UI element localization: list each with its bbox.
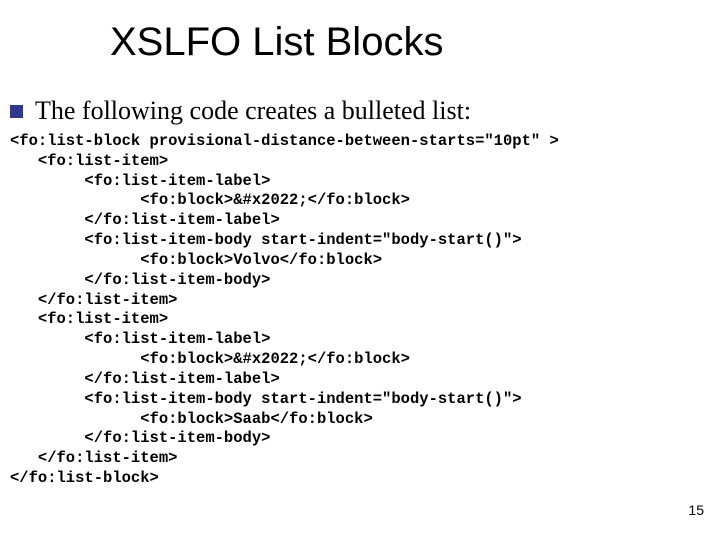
page-number: 15 [688, 502, 704, 518]
bullet-square-icon [10, 105, 23, 118]
slide-title: XSLFO List Blocks [110, 20, 443, 65]
bullet-text: The following code creates a bulleted li… [35, 96, 471, 126]
bullet-row: The following code creates a bulleted li… [10, 96, 471, 126]
slide: XSLFO List Blocks The following code cre… [0, 0, 720, 540]
code-block: <fo:list-block provisional-distance-betw… [10, 132, 710, 489]
